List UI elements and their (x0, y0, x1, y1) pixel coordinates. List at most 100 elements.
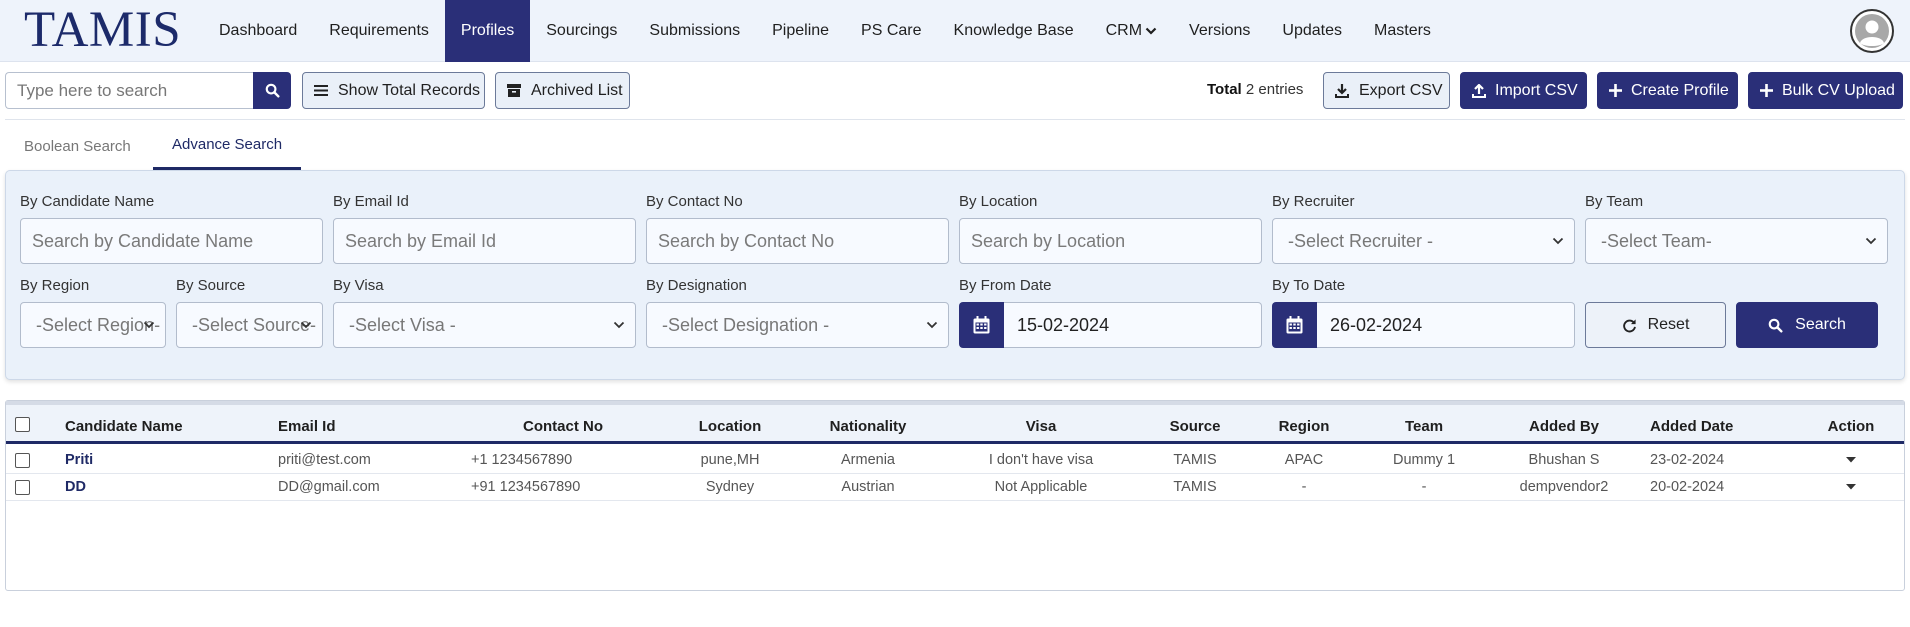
total-entries: Total 2 entries (1207, 81, 1303, 98)
total-value: 2 entries (1245, 81, 1304, 98)
nav-dashboard[interactable]: Dashboard (203, 0, 313, 62)
chevron-down-icon (613, 319, 625, 331)
app-logo[interactable]: TAMIS (24, 2, 181, 58)
cell-added-by: dempvendor2 (1519, 479, 1609, 495)
search-label: Search (1795, 316, 1846, 333)
team-select[interactable]: -Select Team- (1585, 218, 1888, 264)
to-date-input[interactable] (1317, 302, 1575, 348)
select-all-checkbox[interactable] (15, 417, 30, 432)
search-icon (1768, 318, 1783, 333)
visa-label: By Visa (333, 277, 384, 294)
nav-profiles[interactable]: Profiles (444, 0, 531, 62)
plus-icon (1760, 84, 1773, 97)
region-select[interactable]: -Select Region- (20, 302, 166, 348)
col-visa[interactable]: Visa (1026, 418, 1057, 435)
to-date-label: By To Date (1272, 277, 1346, 294)
visa-select[interactable]: -Select Visa - (333, 302, 636, 348)
col-added-date[interactable]: Added Date (1650, 418, 1733, 435)
email-input[interactable] (333, 218, 636, 264)
designation-select-value: -Select Designation - (662, 314, 830, 335)
col-team[interactable]: Team (1405, 418, 1443, 435)
col-email-id[interactable]: Email Id (278, 418, 336, 435)
advance-search-button[interactable]: Search (1736, 302, 1878, 348)
caret-down-icon (1846, 457, 1856, 463)
from-date-input[interactable] (1004, 302, 1262, 348)
location-label: By Location (959, 193, 1038, 210)
nav-masters[interactable]: Masters (1358, 0, 1447, 62)
cell-contact: +91 1234567890 (471, 479, 581, 495)
source-select[interactable]: -Select Source- (176, 302, 323, 348)
nav-ps-care[interactable]: PS Care (845, 0, 937, 62)
team-label: By Team (1585, 193, 1644, 210)
col-nationality[interactable]: Nationality (830, 418, 907, 435)
nav-submissions[interactable]: Submissions (633, 0, 756, 62)
show-total-records-button[interactable]: Show Total Records (302, 72, 485, 109)
quick-search-input[interactable] (5, 72, 253, 109)
upload-icon (1472, 83, 1486, 98)
team-select-value: -Select Team- (1601, 230, 1712, 251)
refresh-icon (1622, 318, 1637, 333)
designation-select[interactable]: -Select Designation - (646, 302, 949, 348)
nav-updates[interactable]: Updates (1266, 0, 1358, 62)
show-total-records-label: Show Total Records (338, 81, 480, 99)
source-select-value: -Select Source- (192, 314, 317, 335)
to-date-picker-button[interactable] (1272, 302, 1317, 348)
nav-crm[interactable]: CRM (1090, 0, 1173, 62)
col-added-by[interactable]: Added By (1529, 418, 1599, 435)
col-source[interactable]: Source (1170, 418, 1221, 435)
export-csv-button[interactable]: Export CSV (1323, 72, 1450, 109)
row-checkbox[interactable] (15, 453, 30, 468)
tab-boolean-search[interactable]: Boolean Search (5, 122, 150, 170)
candidate-name-link[interactable]: DD (65, 479, 86, 495)
row-action-dropdown[interactable] (1846, 457, 1856, 463)
import-csv-button[interactable]: Import CSV (1460, 72, 1587, 109)
contact-label: By Contact No (646, 193, 743, 210)
user-avatar[interactable] (1850, 9, 1894, 53)
cell-team: Dummy 1 (1392, 452, 1456, 468)
col-region[interactable]: Region (1279, 418, 1330, 435)
row-action-dropdown[interactable] (1846, 484, 1856, 490)
recruiter-select-value: -Select Recruiter - (1288, 230, 1434, 251)
recruiter-select[interactable]: -Select Recruiter - (1272, 218, 1575, 264)
from-date-label: By From Date (959, 277, 1052, 294)
profiles-table: Candidate Name Email Id Contact No Locat… (5, 400, 1905, 591)
chevron-down-icon (1865, 235, 1877, 247)
candidate-name-link[interactable]: Priti (65, 452, 93, 468)
tab-advance-search[interactable]: Advance Search (153, 122, 302, 170)
from-date-field (959, 302, 1262, 348)
region-label: By Region (20, 277, 90, 294)
designation-label: By Designation (646, 277, 747, 294)
cell-added-date: 20-02-2024 (1650, 479, 1725, 495)
nav-knowledge-base[interactable]: Knowledge Base (938, 0, 1090, 62)
from-date-picker-button[interactable] (959, 302, 1004, 348)
cell-email: priti@test.com (278, 452, 371, 468)
quick-search-button[interactable] (253, 72, 291, 109)
candidate-name-label: By Candidate Name (20, 193, 155, 210)
nav-requirements[interactable]: Requirements (313, 0, 445, 62)
chevron-down-icon (300, 319, 312, 331)
col-location[interactable]: Location (699, 418, 762, 435)
candidate-name-input[interactable] (20, 218, 323, 264)
create-profile-button[interactable]: Create Profile (1597, 72, 1738, 109)
location-input[interactable] (959, 218, 1262, 264)
nav-versions[interactable]: Versions (1173, 0, 1266, 62)
reset-button[interactable]: Reset (1585, 302, 1726, 348)
archived-list-button[interactable]: Archived List (495, 72, 630, 109)
cell-location: pune,MH (700, 452, 760, 468)
cell-contact: +1 1234567890 (471, 452, 573, 468)
to-date-field (1272, 302, 1575, 348)
contact-input[interactable] (646, 218, 949, 264)
bulk-cv-upload-button[interactable]: Bulk CV Upload (1748, 72, 1903, 109)
cell-nationality: Austrian (841, 479, 895, 495)
cell-added-by: Bhushan S (1528, 452, 1600, 468)
row-checkbox[interactable] (15, 480, 30, 495)
chevron-down-icon (1552, 235, 1564, 247)
col-candidate-name[interactable]: Candidate Name (65, 418, 183, 435)
quick-search (5, 72, 291, 109)
nav-sourcings[interactable]: Sourcings (530, 0, 633, 62)
toolbar-divider (5, 119, 1905, 120)
col-contact-no[interactable]: Contact No (523, 418, 603, 435)
cell-source: TAMIS (1173, 479, 1217, 495)
cell-team: - (1421, 479, 1427, 495)
nav-pipeline[interactable]: Pipeline (756, 0, 845, 62)
